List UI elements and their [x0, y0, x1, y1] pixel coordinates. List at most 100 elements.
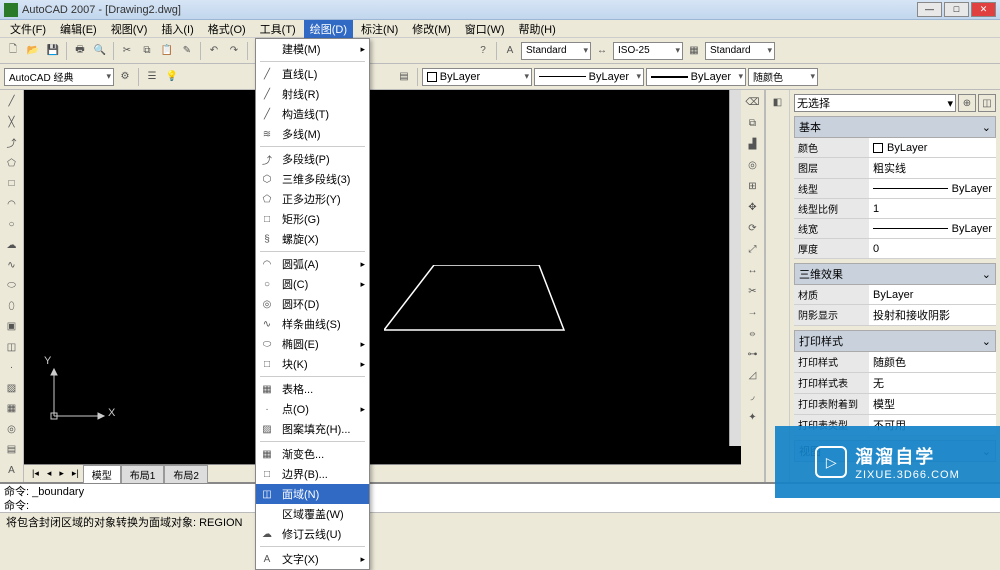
- menu-item[interactable]: 区域覆盖(W): [256, 504, 369, 524]
- menu-10[interactable]: 帮助(H): [513, 20, 562, 38]
- save-icon[interactable]: 💾: [44, 42, 62, 60]
- prop-value[interactable]: ByLayer: [869, 179, 996, 198]
- tab-nav[interactable]: |◂: [28, 468, 43, 479]
- menu-item[interactable]: ◎圆环(D): [256, 294, 369, 314]
- copy-obj-icon[interactable]: ⧉: [744, 114, 762, 132]
- join-icon[interactable]: ⊶: [744, 345, 762, 363]
- preview-icon[interactable]: 🔍: [91, 42, 109, 60]
- copy-icon[interactable]: ⧉: [138, 42, 156, 60]
- rectangle-icon[interactable]: □: [3, 175, 21, 192]
- prop-row[interactable]: 颜色ByLayer: [794, 138, 996, 158]
- dim-style-icon[interactable]: ↔: [593, 42, 611, 60]
- plotstyle-combo[interactable]: 随颜色: [748, 68, 818, 86]
- match-icon[interactable]: ✎: [178, 42, 196, 60]
- menu-item[interactable]: ⤴多段线(P): [256, 149, 369, 169]
- prop-row[interactable]: 打印样式表无: [794, 373, 996, 394]
- pick-icon[interactable]: ◫: [978, 94, 996, 112]
- circle-icon[interactable]: ○: [3, 216, 21, 233]
- stretch-icon[interactable]: ↔: [744, 261, 762, 279]
- menu-item[interactable]: ⬭椭圆(E): [256, 334, 369, 354]
- menu-item[interactable]: ·点(O): [256, 399, 369, 419]
- prop-row[interactable]: 打印样式随颜色: [794, 352, 996, 373]
- maximize-button[interactable]: □: [944, 2, 969, 17]
- spline-icon[interactable]: ∿: [3, 257, 21, 274]
- help-icon[interactable]: ?: [474, 42, 492, 60]
- menu-item[interactable]: ∿样条曲线(S): [256, 314, 369, 334]
- print-icon[interactable]: 🖶: [71, 42, 89, 60]
- table-style-combo[interactable]: Standard: [705, 42, 775, 60]
- layout-tab[interactable]: 布局1: [121, 465, 165, 483]
- gradient-icon[interactable]: ▦: [3, 400, 21, 417]
- prop-row[interactable]: 材质ByLayer: [794, 285, 996, 305]
- menu-2[interactable]: 视图(V): [105, 20, 154, 38]
- menu-item[interactable]: ⬡三维多段线(3): [256, 169, 369, 189]
- menu-item[interactable]: ◠圆弧(A): [256, 254, 369, 274]
- linetype-combo[interactable]: ByLayer: [534, 68, 644, 86]
- menu-1[interactable]: 编辑(E): [54, 20, 103, 38]
- layer-state-icon[interactable]: 💡: [163, 68, 181, 86]
- props-category[interactable]: 打印样式⌄: [794, 330, 996, 352]
- menu-item[interactable]: A文字(X): [256, 549, 369, 569]
- prop-value[interactable]: 无: [869, 373, 996, 393]
- minimize-button[interactable]: —: [917, 2, 942, 17]
- cut-icon[interactable]: ✂: [118, 42, 136, 60]
- menu-item[interactable]: ╱构造线(T): [256, 104, 369, 124]
- point-icon[interactable]: ·: [3, 359, 21, 376]
- tab-nav[interactable]: ◂: [43, 468, 56, 479]
- mirror-icon[interactable]: ▟: [744, 135, 762, 153]
- menu-item[interactable]: □矩形(G): [256, 209, 369, 229]
- prop-row[interactable]: 线型比例1: [794, 199, 996, 219]
- props-pin-icon[interactable]: ◧: [769, 93, 787, 111]
- break-icon[interactable]: ⦵: [744, 324, 762, 342]
- menu-item[interactable]: ▨图案填充(H)...: [256, 419, 369, 439]
- menu-item[interactable]: □边界(B)...: [256, 464, 369, 484]
- undo-icon[interactable]: ↶: [205, 42, 223, 60]
- extend-icon[interactable]: →: [744, 303, 762, 321]
- prop-value[interactable]: 投射和接收阴影: [869, 305, 996, 325]
- line-icon[interactable]: ╱: [3, 93, 21, 110]
- menu-6[interactable]: 绘图(D): [304, 20, 353, 38]
- move-icon[interactable]: ✥: [744, 198, 762, 216]
- prop-row[interactable]: 打印表附着到模型: [794, 394, 996, 415]
- selection-combo[interactable]: 无选择▾: [794, 94, 956, 112]
- prop-value[interactable]: 模型: [869, 394, 996, 414]
- prop-row[interactable]: 图层粗实线: [794, 158, 996, 179]
- pline-icon[interactable]: ⤴: [3, 134, 21, 151]
- menu-7[interactable]: 标注(N): [355, 20, 404, 38]
- prop-row[interactable]: 阴影显示投射和接收阴影: [794, 305, 996, 326]
- erase-icon[interactable]: ⌫: [744, 93, 762, 111]
- rotate-icon[interactable]: ⟳: [744, 219, 762, 237]
- block-icon[interactable]: ◫: [3, 339, 21, 356]
- text-style-combo[interactable]: Standard: [521, 42, 591, 60]
- redo-icon[interactable]: ↷: [225, 42, 243, 60]
- scale-icon[interactable]: ⤢: [744, 240, 762, 258]
- open-icon[interactable]: 📂: [24, 42, 42, 60]
- close-button[interactable]: ✕: [971, 2, 996, 17]
- arc-icon[interactable]: ◠: [3, 195, 21, 212]
- insert-icon[interactable]: ▣: [3, 318, 21, 335]
- layer-manager-icon[interactable]: ▤: [395, 68, 413, 86]
- quick-select-icon[interactable]: ⊕: [958, 94, 976, 112]
- canvas-vscroll[interactable]: [729, 90, 741, 446]
- tab-nav[interactable]: ▸|: [68, 468, 83, 479]
- prop-row[interactable]: 线型ByLayer: [794, 179, 996, 199]
- menu-3[interactable]: 插入(I): [155, 20, 199, 38]
- revcloud-icon[interactable]: ☁: [3, 236, 21, 253]
- menu-0[interactable]: 文件(F): [4, 20, 52, 38]
- prop-value[interactable]: ByLayer: [869, 219, 996, 238]
- menu-5[interactable]: 工具(T): [254, 20, 302, 38]
- prop-value[interactable]: 0: [869, 239, 996, 258]
- lineweight-combo[interactable]: ByLayer: [646, 68, 746, 86]
- text-style-icon[interactable]: A: [501, 42, 519, 60]
- menu-item[interactable]: 建模(M): [256, 39, 369, 59]
- table-style-icon[interactable]: ▦: [685, 42, 703, 60]
- menu-8[interactable]: 修改(M): [406, 20, 457, 38]
- menu-item[interactable]: ◫面域(N): [256, 484, 369, 504]
- explode-icon[interactable]: ✦: [744, 408, 762, 426]
- mtext-icon[interactable]: A: [3, 461, 21, 478]
- prop-value[interactable]: 随颜色: [869, 352, 996, 372]
- gear-icon[interactable]: ⚙: [116, 68, 134, 86]
- hatch-icon[interactable]: ▨: [3, 380, 21, 397]
- menu-item[interactable]: ▦表格...: [256, 379, 369, 399]
- array-icon[interactable]: ⊞: [744, 177, 762, 195]
